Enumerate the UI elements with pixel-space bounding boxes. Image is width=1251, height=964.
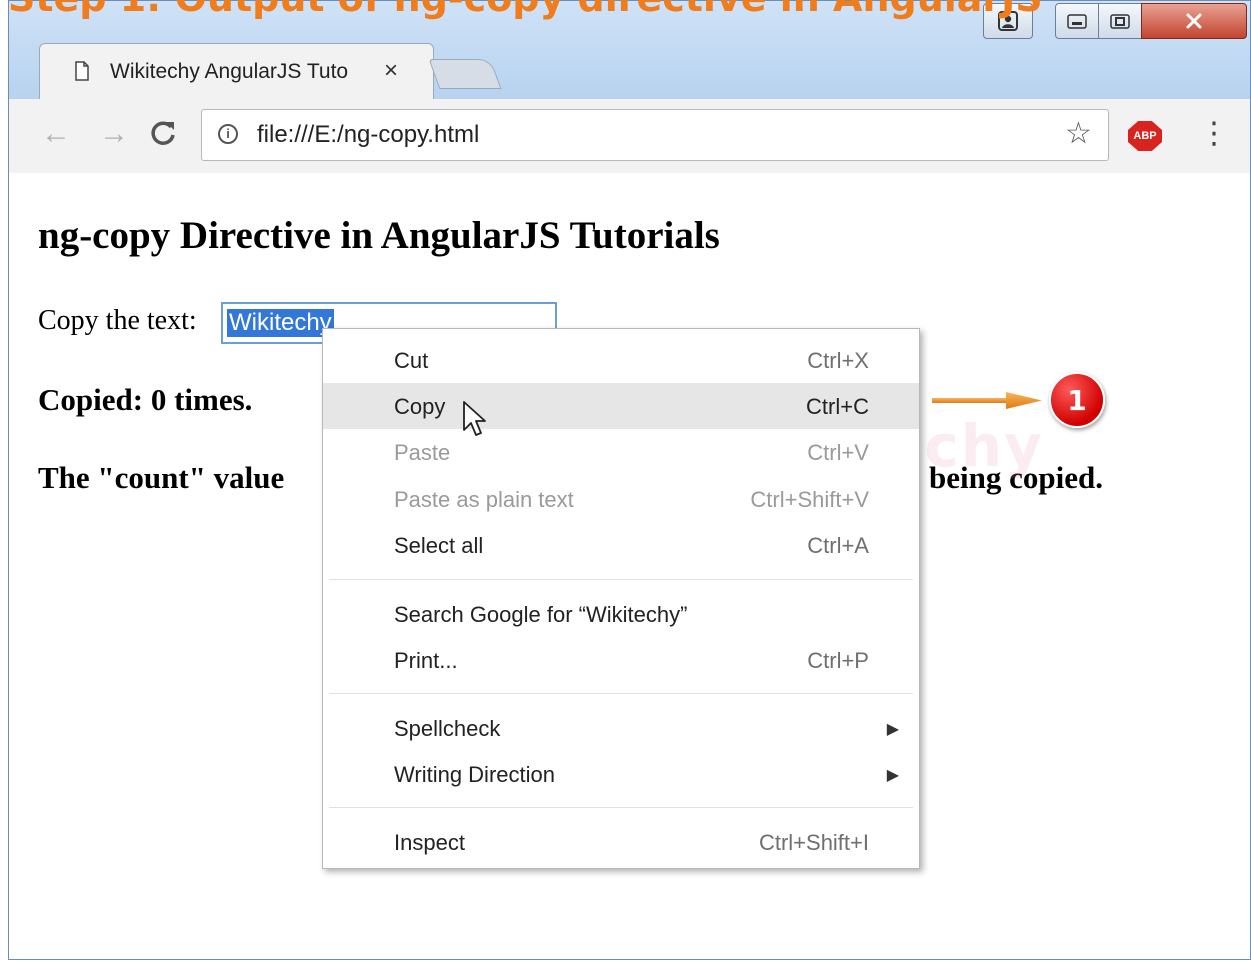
menu-item-label: Print... [394,648,458,673]
menu-item-spellcheck[interactable]: Spellcheck ▶ [323,705,919,751]
menu-item-shortcut: Ctrl+Shift+V [750,487,869,512]
menu-separator [329,807,913,808]
menu-item-print[interactable]: Print... Ctrl+P [323,637,919,683]
minimize-icon [1067,14,1087,29]
forward-arrow-icon[interactable]: → [99,119,129,149]
maximize-button[interactable] [1098,3,1142,39]
menu-item-select-all[interactable]: Select all Ctrl+A [323,522,919,568]
reload-icon[interactable] [149,119,177,153]
menu-item-cut[interactable]: Cut Ctrl+X [323,337,919,383]
new-tab-button[interactable] [428,59,502,89]
menu-item-shortcut: Ctrl+C [806,394,869,419]
menu-item-copy[interactable]: Copy Ctrl+C [323,383,919,429]
url-text[interactable]: file:///E:/ng-copy.html [257,121,479,149]
step-number-badge: 1 [1049,372,1105,428]
menu-separator [329,579,913,580]
menu-item-shortcut: Ctrl+V [807,440,869,465]
back-arrow-icon[interactable]: ← [41,119,71,149]
info-icon[interactable]: i [218,124,238,144]
close-icon [1186,13,1202,29]
file-icon [75,61,89,81]
submenu-arrow-icon: ▶ [886,721,899,738]
menu-item-label: Cut [394,348,429,373]
menu-item-shortcut: Ctrl+P [807,648,869,673]
maximize-icon [1110,14,1130,29]
page-title: ng-copy Directive in AngularJS Tutorials [38,214,720,257]
menu-item-label: Spellcheck [394,716,501,741]
abp-icon[interactable]: ABP [1128,121,1162,151]
menu-item-paste-plain: Paste as plain text Ctrl+Shift+V [323,476,919,522]
menu-item-label: Select all [394,533,484,558]
menu-item-label: Paste as plain text [394,487,574,512]
submenu-arrow-icon: ▶ [886,767,899,784]
menu-item-shortcut: Ctrl+Shift+I [758,830,869,855]
menu-item-label: Inspect [394,830,465,855]
star-icon[interactable]: ☆ [1065,118,1092,150]
input-selected-text[interactable]: Wikitechy [227,309,334,337]
browser-tab[interactable]: Wikitechy AngularJS Tuto × [39,43,434,101]
menu-item-paste: Paste Ctrl+V [323,429,919,475]
menu-separator [329,693,913,694]
mouse-pointer-icon [463,401,486,436]
address-bar[interactable]: i file:///E:/ng-copy.html ☆ [201,109,1109,161]
minimize-button[interactable] [1055,3,1099,39]
close-window-button[interactable] [1141,3,1247,39]
context-menu: Cut Ctrl+X Copy Ctrl+C Paste Ctrl+V Past… [322,328,920,869]
menu-item-label: Copy [394,394,446,419]
menu-item-label: Search Google for “Wikitechy” [394,602,688,627]
browser-toolbar: ← → i file:///E:/ng-copy.html ☆ ABP ⋮ [9,99,1250,174]
menu-item-label: Paste [394,440,451,465]
menu-item-inspect[interactable]: Inspect Ctrl+Shift+I [323,819,919,865]
page-heading: Step 1: Output of ng-copy directive in A… [8,0,1043,20]
copy-label: Copy the text: [38,305,197,336]
copied-count-text: Copied: 0 times. [38,382,253,417]
menu-item-shortcut: Ctrl+X [807,348,869,373]
menu-item-label: Writing Direction [394,762,555,787]
menu-item-writing-direction[interactable]: Writing Direction ▶ [323,751,919,797]
tab-title: Wikitechy AngularJS Tuto [110,60,349,83]
pointer-arrow-icon [932,392,1042,409]
count-text-left: The "count" value [38,460,285,495]
menu-item-search-google[interactable]: Search Google for “Wikitechy” [323,591,919,637]
tab-close-icon[interactable]: × [384,59,398,83]
menu-item-shortcut: Ctrl+A [807,533,869,558]
menu-icon[interactable]: ⋮ [1199,119,1229,149]
count-description-text: The "count" value being copied. [38,460,1103,496]
